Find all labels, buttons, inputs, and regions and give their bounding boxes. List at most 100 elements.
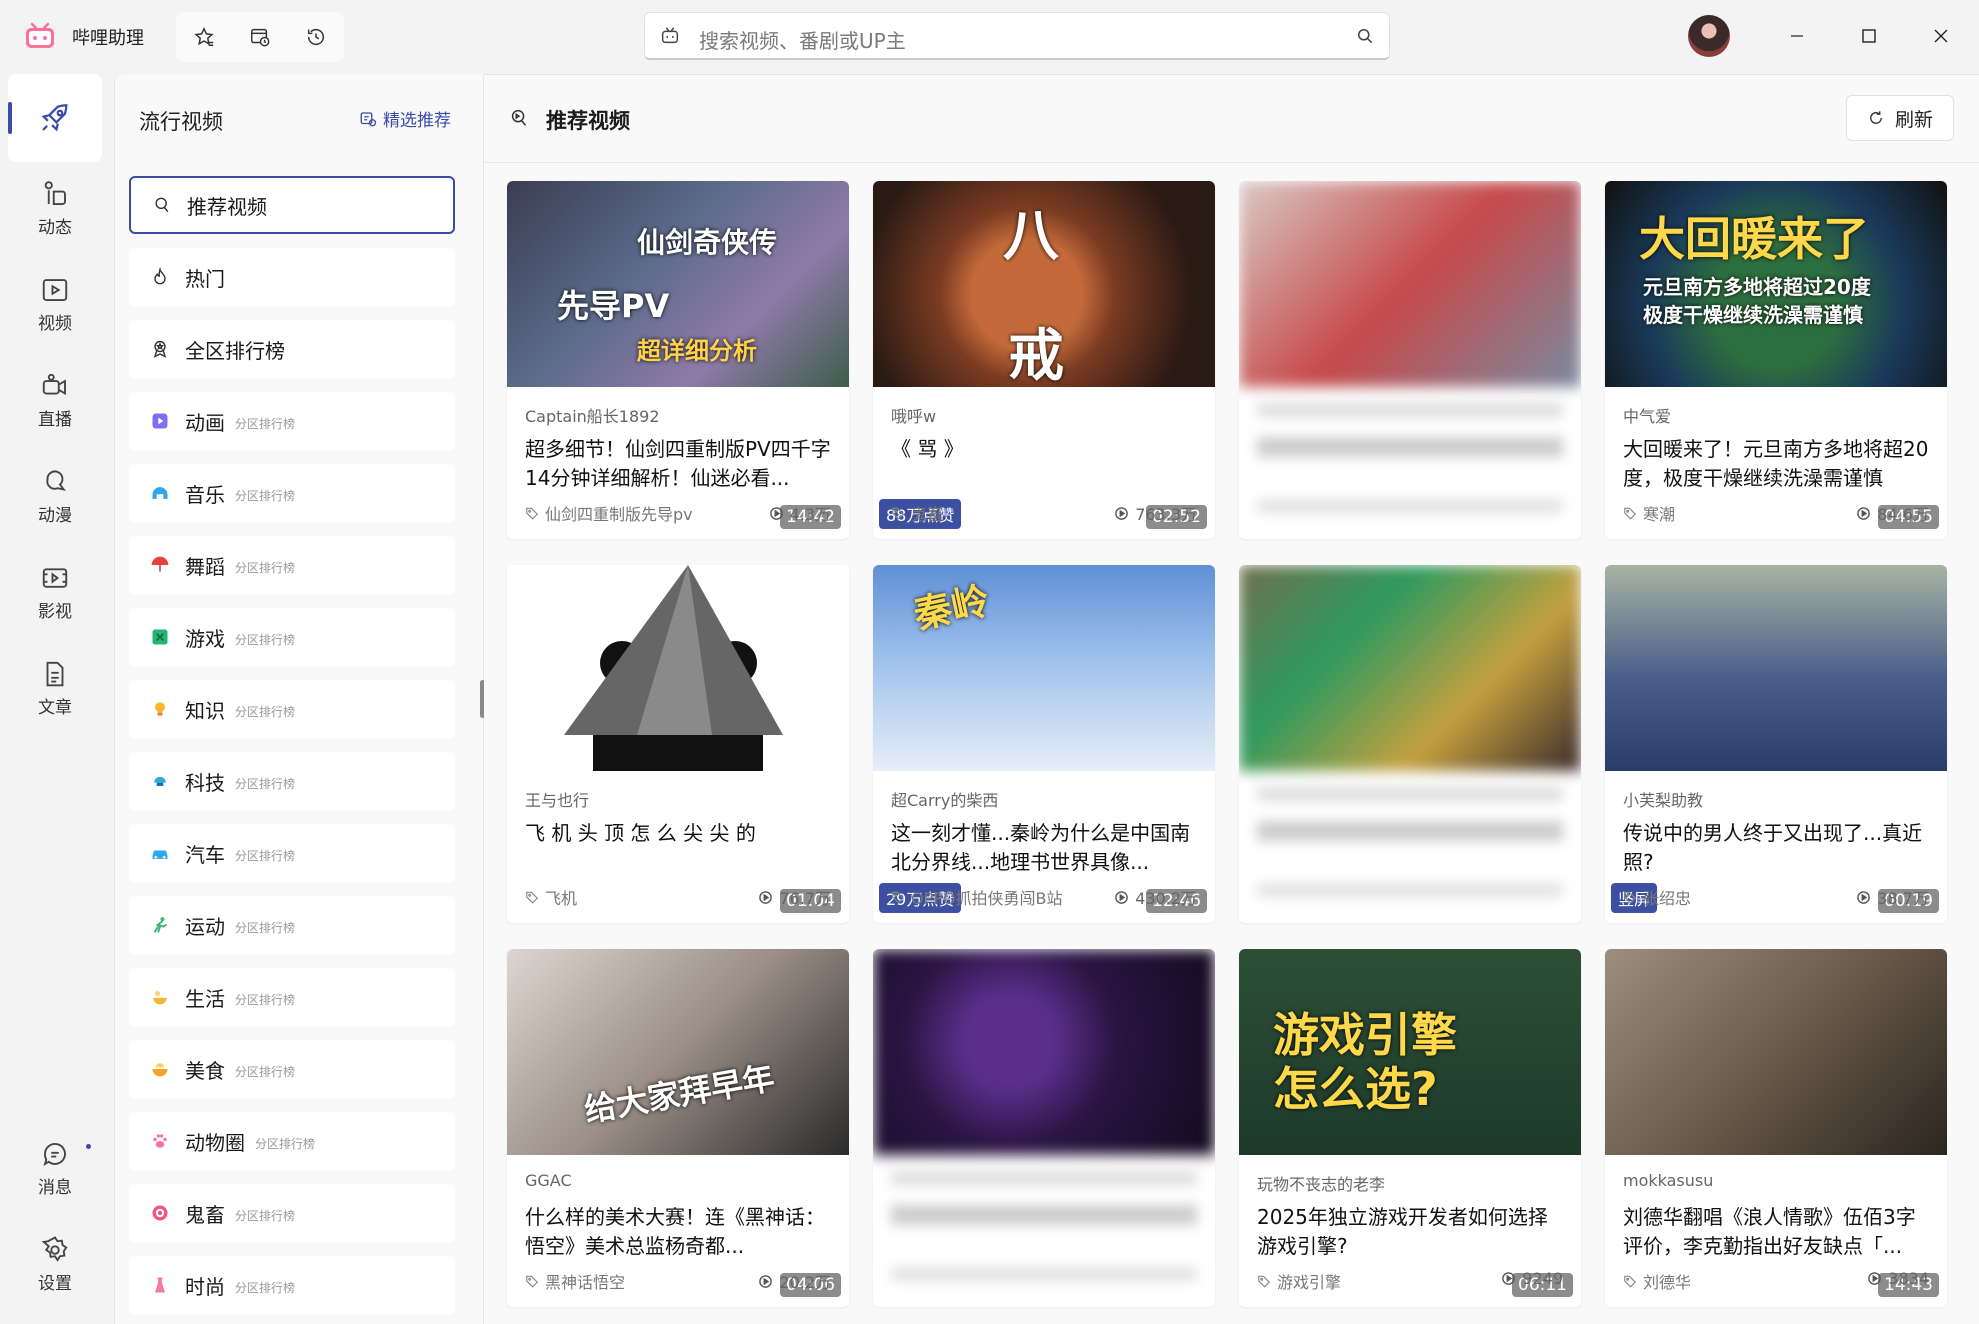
search-icon[interactable] [1355, 26, 1375, 46]
sidebar-item-label: 鬼畜 [185, 1202, 225, 1227]
sidebar-item-9[interactable]: 汽车 分区排行榜 [129, 824, 455, 882]
sidebar-item-2[interactable]: 全区排行榜 [129, 320, 455, 378]
video-card[interactable] [1239, 181, 1581, 539]
watch-later-icon[interactable] [244, 21, 276, 53]
video-title[interactable]: 飞 机 头 顶 怎 么 尖 尖 的 [525, 819, 835, 848]
video-card[interactable]: 00:19 竖屏 小芙梨助教 传说中的男人终于又出现了...真近照? 张绍忠 38.7万 [1605, 565, 1947, 923]
video-tag[interactable]: OPPO抓拍侠勇闯B站 [891, 885, 1062, 909]
sidebar-item-sublabel: 分区排行榜 [235, 560, 296, 575]
rail-item-anime[interactable]: 动漫 [8, 452, 102, 540]
video-thumbnail[interactable]: 八戒 [873, 181, 1215, 387]
rail-label: 影视 [38, 601, 72, 622]
sidebar-item-15[interactable]: 时尚 分区排行榜 [129, 1256, 455, 1314]
video-tag[interactable]: 游戏引擎 [1257, 1269, 1341, 1293]
navigation-rail: 动态 视频 直播 动漫 影视 文章 消息 设置 [0, 74, 110, 1324]
video-title[interactable]: 传说中的男人终于又出现了...真近照? [1623, 819, 1933, 877]
video-thumbnail[interactable] [1239, 565, 1581, 771]
sidebar-item-14[interactable]: 鬼畜 分区排行榜 [129, 1184, 455, 1242]
video-card[interactable]: 游戏引擎 怎么选? 06:11 玩物不丧志的老李 2025年独立游戏开发者如何选择游戏引… [1239, 949, 1581, 1307]
video-card[interactable]: 大回暖来了 元旦南方多地将超过20度 极度干燥继续洗澡需谨慎 04:55 中气爱 大回暖来… [1605, 181, 1947, 539]
history-icon[interactable] [300, 21, 332, 53]
sidebar-item-1[interactable]: 热门 [129, 248, 455, 306]
video-thumbnail[interactable]: 秦岭 [873, 565, 1215, 771]
video-card[interactable]: 14:43 mokkasusu 刘德华翻唱《浪人情歌》伍佰3字评价，李克勤指出好友缺… [1605, 949, 1947, 1307]
unread-dot [86, 1144, 91, 1149]
view-count-value: 38.7万 [1877, 889, 1929, 908]
rail-item-film[interactable]: 影视 [8, 548, 102, 636]
maximize-button[interactable] [1846, 14, 1892, 58]
video-author[interactable]: mokkasusu [1623, 1171, 1713, 1190]
video-author[interactable]: 玩物不丧志的老李 [1257, 1171, 1385, 1195]
video-title[interactable]: 超多细节！仙剑四重制版PV四千字14分钟详细解析！仙迷必看... [525, 435, 835, 493]
featured-button[interactable]: 精选推荐 [359, 106, 451, 131]
sports-icon [149, 914, 171, 936]
rail-item-settings[interactable]: 设置 [8, 1220, 102, 1308]
video-author[interactable]: 王与也行 [525, 787, 589, 811]
sidebar-item-0[interactable]: 推荐视频 [129, 176, 455, 234]
video-title[interactable]: 刘德华翻唱《浪人情歌》伍佰3字评价，李克勤指出好友缺点「... [1623, 1203, 1933, 1261]
video-tag[interactable]: 飞机 [525, 885, 577, 909]
video-card[interactable]: 八戒 02:52 88万点赞 哦呼w 《 骂 》鬼畜 763.3万 [873, 181, 1215, 539]
video-card[interactable]: 给大家拜早年 04:06 GGAC 什么样的美术大赛！连《黑神话：悟空》美术总监杨奇都… [507, 949, 849, 1307]
video-card[interactable] [1239, 565, 1581, 923]
video-card[interactable]: 秦岭 12:46 29万点赞 超Carry的柴西 这一刻才懂...秦岭为什么是中国南北分… [873, 565, 1215, 923]
video-title[interactable]: 《 骂 》 [891, 435, 1201, 464]
sidebar-item-3[interactable]: 动画 分区排行榜 [129, 392, 455, 450]
sidebar-item-13[interactable]: 动物圈 分区排行榜 [129, 1112, 455, 1170]
video-author[interactable]: 中气爱 [1623, 403, 1671, 427]
rail-item-popular[interactable] [8, 74, 102, 162]
video-tag[interactable]: 张绍忠 [1623, 885, 1691, 909]
sidebar-item-sublabel: 分区排行榜 [235, 920, 296, 935]
bilibili-search-icon [661, 27, 679, 44]
video-title[interactable]: 什么样的美术大赛！连《黑神话：悟空》美术总监杨奇都... [525, 1203, 835, 1261]
video-thumbnail[interactable]: 游戏引擎 怎么选? [1239, 949, 1581, 1155]
video-thumbnail[interactable] [873, 949, 1215, 1155]
refresh-button[interactable]: 刷新 [1846, 95, 1954, 141]
video-author[interactable]: 小芙梨助教 [1623, 787, 1703, 811]
video-thumbnail[interactable]: 仙剑奇侠传 先导PV 超详细分析 [507, 181, 849, 387]
sidebar-item-10[interactable]: 运动 分区排行榜 [129, 896, 455, 954]
video-tag[interactable]: 刘德华 [1623, 1269, 1691, 1293]
sidebar-item-label: 游戏 [185, 626, 225, 651]
rail-label: 动态 [38, 217, 72, 238]
play-count-icon [1115, 890, 1128, 904]
video-thumbnail[interactable] [1605, 949, 1947, 1155]
rail-item-article[interactable]: 文章 [8, 644, 102, 732]
video-author[interactable]: GGAC [525, 1171, 572, 1190]
user-avatar[interactable] [1688, 15, 1730, 57]
video-card[interactable] [873, 949, 1215, 1307]
sidebar-item-7[interactable]: 知识 分区排行榜 [129, 680, 455, 738]
rail-item-video[interactable]: 视频 [8, 260, 102, 348]
sidebar-item-5[interactable]: 舞蹈 分区排行榜 [129, 536, 455, 594]
sidebar-item-8[interactable]: 科技 分区排行榜 [129, 752, 455, 810]
video-card[interactable]: 仙剑奇侠传 先导PV 超详细分析 14:42 Captain船长1892 超多细节！仙剑四… [507, 181, 849, 539]
video-title[interactable]: 大回暖来了！元旦南方多地将超20度，极度干燥继续洗澡需谨慎 [1623, 435, 1933, 493]
video-author[interactable]: 哦呼w [891, 403, 936, 427]
video-thumbnail[interactable]: 给大家拜早年 [507, 949, 849, 1155]
close-button[interactable] [1918, 14, 1964, 58]
rail-item-dynamic[interactable]: 动态 [8, 164, 102, 252]
sidebar-item-12[interactable]: 美食 分区排行榜 [129, 1040, 455, 1098]
video-title[interactable]: 2025年独立游戏开发者如何选择游戏引擎? [1257, 1203, 1567, 1261]
rocket-icon [41, 104, 68, 132]
video-tag[interactable]: 寒潮 [1623, 501, 1675, 525]
video-thumbnail[interactable] [1605, 565, 1947, 771]
rail-item-live[interactable]: 直播 [8, 356, 102, 444]
search-box[interactable]: 搜索视频、番剧或UP主 [644, 12, 1390, 60]
video-author[interactable]: 超Carry的柴西 [891, 787, 998, 811]
video-title[interactable]: 这一刻才懂...秦岭为什么是中国南北分界线...地理书世界具像... [891, 819, 1201, 877]
video-thumbnail[interactable]: 大回暖来了 元旦南方多地将超过20度 极度干燥继续洗澡需谨慎 [1605, 181, 1947, 387]
video-thumbnail[interactable] [1239, 181, 1581, 387]
video-thumbnail[interactable] [507, 565, 849, 771]
video-card[interactable]: 01:04 王与也行飞 机 头 顶 怎 么 尖 尖 的飞机 76.7万 [507, 565, 849, 923]
video-author[interactable]: Captain船长1892 [525, 403, 660, 427]
sidebar-item-11[interactable]: 生活 分区排行榜 [129, 968, 455, 1026]
video-tag[interactable]: 黑神话悟空 [525, 1269, 625, 1293]
sidebar-item-6[interactable]: 游戏 分区排行榜 [129, 608, 455, 666]
rail-item-messages[interactable]: 消息 [8, 1124, 102, 1212]
favorites-icon[interactable] [188, 21, 220, 53]
video-tag[interactable]: 仙剑四重制版先导pv [525, 501, 693, 525]
sidebar-item-4[interactable]: 音乐 分区排行榜 [129, 464, 455, 522]
video-tag[interactable]: 鬼畜 [891, 501, 943, 525]
minimize-button[interactable] [1774, 14, 1820, 58]
